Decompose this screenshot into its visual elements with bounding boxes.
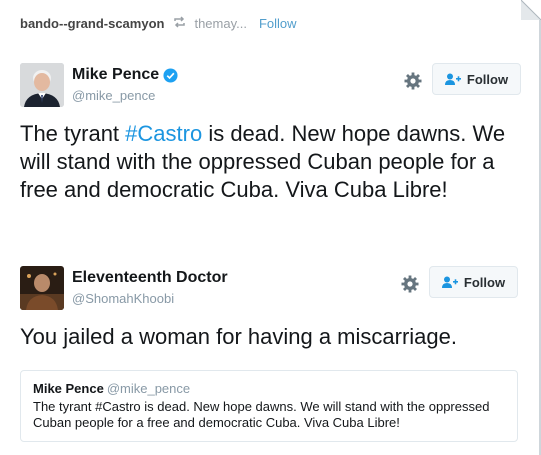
display-name[interactable]: Mike Pence [72,66,159,84]
add-user-icon [444,73,461,85]
gear-icon[interactable] [403,71,423,91]
reblog-source-username[interactable]: themay... [194,16,247,31]
reblog-icon [173,15,186,31]
avatar[interactable] [20,266,64,310]
post-author-username[interactable]: bando--grand-scamyon [20,16,164,31]
follow-button-label: Follow [463,274,506,290]
hashtag-link[interactable]: #Castro [125,121,202,146]
post-follow-link[interactable]: Follow [259,16,297,31]
tweet-text-part: The tyrant [20,121,126,146]
avatar[interactable] [20,63,64,107]
tweet-eleventeenth-doctor: Eleventeenth Doctor @ShomahKhoobi Follow… [20,266,521,351]
gear-icon[interactable] [400,274,420,294]
display-name[interactable]: Eleventeenth Doctor [72,269,228,287]
follow-button[interactable]: Follow [432,63,521,95]
quoted-tweet[interactable]: Mike Pence @mike_pence The tyrant #Castro… [20,370,518,442]
add-user-icon [441,276,458,288]
follow-button-label: Follow [466,71,509,87]
page-corner-fold-icon [521,0,541,20]
tweet-text: You jailed a woman for having a miscarri… [20,324,457,349]
quoted-display-name: Mike Pence [33,381,104,396]
follow-button[interactable]: Follow [429,266,518,298]
post-header: bando--grand-scamyon themay... Follow [20,14,297,32]
user-handle[interactable]: @ShomahKhoobi [72,291,228,306]
user-handle[interactable]: @mike_pence [72,88,178,103]
verified-badge-icon [163,67,178,83]
quoted-tweet-text: The tyrant #Castro is dead. New hope daw… [33,399,490,430]
quoted-user-handle: @mike_pence [106,381,191,396]
tweet-text: The tyrant #Castro is dead. New hope daw… [20,120,521,204]
tweet-mike-pence: Mike Pence @mike_pence Follow The tyrant… [20,63,521,204]
